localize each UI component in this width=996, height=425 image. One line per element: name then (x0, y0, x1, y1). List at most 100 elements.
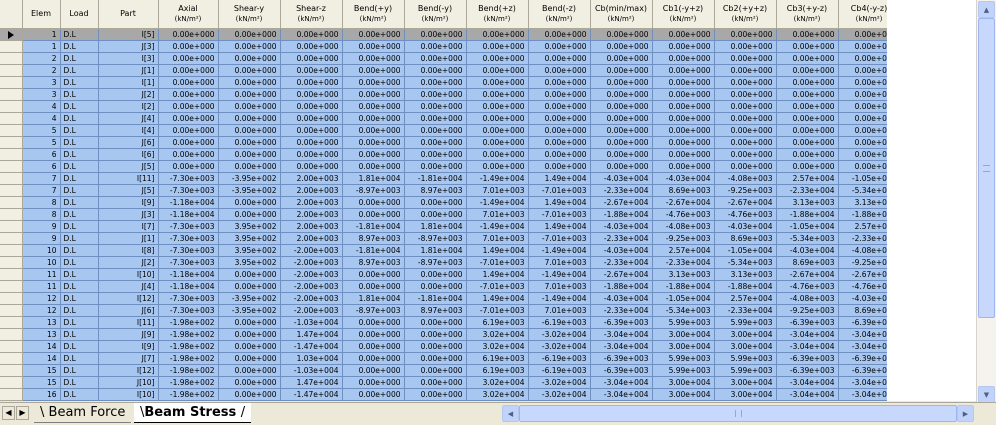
table-cell[interactable]: 9 (22, 232, 61, 245)
table-cell[interactable]: D.L (60, 184, 99, 197)
table-cell[interactable]: 1 (22, 40, 61, 53)
table-cell[interactable]: 0.00e+000 (404, 148, 467, 161)
table-cell[interactable]: 0.00e+000 (466, 112, 529, 125)
table-cell[interactable]: 0.00e+000 (342, 268, 405, 281)
table-cell[interactable]: -6.19e+003 (528, 352, 591, 365)
table-cell[interactable]: -6.19e+003 (528, 364, 591, 377)
table-cell[interactable]: -2.67e+004 (652, 196, 715, 209)
table-cell[interactable]: -1.47e+004 (280, 340, 343, 353)
table-cell[interactable]: J[9] (98, 328, 159, 341)
vertical-scrollbar[interactable]: ▲ ▼ (976, 0, 996, 404)
table-cell[interactable]: I[3] (98, 52, 159, 65)
table-cell[interactable]: -7.01e+003 (528, 232, 591, 245)
table-cell[interactable]: -1.49e+004 (528, 268, 591, 281)
table-cell[interactable]: 14 (22, 352, 61, 365)
row-header[interactable] (0, 340, 23, 353)
table-cell[interactable]: 2.57e+004 (714, 292, 777, 305)
row-header[interactable] (0, 40, 23, 53)
table-cell[interactable]: I[12] (98, 364, 159, 377)
table-cell[interactable]: 0.00e+000 (280, 112, 343, 125)
table-cell[interactable]: 0.00e+000 (158, 28, 219, 41)
table-cell[interactable]: 2 (22, 64, 61, 77)
row-header[interactable] (0, 304, 23, 317)
table-cell[interactable]: 0.00e+000 (466, 148, 529, 161)
table-cell[interactable]: D.L (60, 304, 99, 317)
table-cell[interactable]: 3.00e+004 (714, 388, 777, 401)
table-cell[interactable]: 0.00e+000 (280, 28, 343, 41)
table-cell[interactable]: -9.25e+003 (652, 232, 715, 245)
table-cell[interactable]: 0.00e+000 (218, 112, 281, 125)
table-cell[interactable]: 11 (22, 280, 61, 293)
table-cell[interactable]: 0.00e+000 (218, 352, 281, 365)
table-cell[interactable]: D.L (60, 172, 99, 185)
table-row[interactable]: 2 D.L I[3] 0.00e+000 0.00e+000 0.00e+000 0.00e… (0, 52, 901, 65)
table-cell[interactable]: -1.03e+004 (280, 316, 343, 329)
table-cell[interactable]: 3.02e+004 (466, 388, 529, 401)
row-header[interactable] (0, 124, 23, 137)
table-cell[interactable]: 0.00e+000 (342, 352, 405, 365)
table-cell[interactable]: -2.00e+003 (280, 268, 343, 281)
table-cell[interactable]: -4.08e+003 (652, 220, 715, 233)
table-cell[interactable]: 3.13e+003 (714, 268, 777, 281)
table-cell[interactable]: 3.00e+004 (714, 340, 777, 353)
table-cell[interactable]: 0.00e+000 (280, 100, 343, 113)
table-cell[interactable]: 0.00e+000 (590, 136, 653, 149)
table-cell[interactable]: 0.00e+000 (714, 28, 777, 41)
table-cell[interactable]: 3.02e+004 (466, 340, 529, 353)
arrow-left-icon[interactable]: ◀ (502, 405, 519, 422)
table-cell[interactable]: 0.00e+000 (218, 268, 281, 281)
table-cell[interactable]: 0.00e+000 (218, 40, 281, 53)
table-cell[interactable]: -2.33e+004 (590, 232, 653, 245)
table-cell[interactable]: 7.01e+003 (466, 232, 529, 245)
table-cell[interactable]: D.L (60, 136, 99, 149)
table-cell[interactable]: 2.00e+003 (280, 232, 343, 245)
table-cell[interactable]: 14 (22, 340, 61, 353)
table-cell[interactable]: 0.00e+000 (466, 160, 529, 173)
table-row[interactable]: 9 D.L J[1] -7.30e+003 3.95e+002 2.00e+003 8.97… (0, 232, 901, 245)
table-cell[interactable]: -4.08e+003 (776, 292, 839, 305)
table-cell[interactable]: I[11] (98, 172, 159, 185)
table-cell[interactable]: 0.00e+000 (158, 112, 219, 125)
tab-nav-left-icon[interactable]: ◀ (2, 406, 15, 420)
table-cell[interactable]: -1.88e+004 (590, 280, 653, 293)
table-row[interactable]: 10 D.L J[2] -7.30e+003 3.95e+002 -2.00e+003 8.… (0, 256, 901, 269)
table-cell[interactable]: 0.00e+000 (404, 208, 467, 221)
table-cell[interactable]: 7.01e+003 (528, 280, 591, 293)
table-cell[interactable]: D.L (60, 196, 99, 209)
table-cell[interactable]: 0.00e+000 (590, 40, 653, 53)
table-cell[interactable]: 3.95e+002 (218, 256, 281, 269)
column-header[interactable]: Part (98, 0, 159, 29)
table-cell[interactable]: D.L (60, 244, 99, 257)
table-cell[interactable]: 0.00e+000 (776, 148, 839, 161)
table-row[interactable]: 12 D.L J[6] -7.30e+003 -3.95e+002 -2.00e+003-… (0, 304, 901, 317)
table-cell[interactable]: 0.00e+000 (714, 64, 777, 77)
table-cell[interactable]: 0.00e+000 (218, 388, 281, 401)
table-cell[interactable]: 6.19e+003 (466, 364, 529, 377)
table-cell[interactable]: -1.81e+004 (404, 172, 467, 185)
table-cell[interactable]: 8.69e+003 (652, 184, 715, 197)
table-row[interactable]: 11 D.L J[4] -1.18e+004 0.00e+000 -2.00e+003 0.… (0, 280, 901, 293)
table-cell[interactable]: 5.99e+003 (714, 352, 777, 365)
table-cell[interactable]: 3.00e+004 (652, 388, 715, 401)
column-header[interactable]: Cb3(+y-z) (kN/m²) (776, 0, 839, 29)
table-row[interactable]: 15 D.L I[12] -1.98e+002 0.00e+000 -1.03e+004 0… (0, 364, 901, 377)
table-cell[interactable]: 0.00e+000 (776, 64, 839, 77)
table-cell[interactable]: 0.00e+000 (404, 196, 467, 209)
table-cell[interactable]: 6.19e+003 (466, 316, 529, 329)
table-cell[interactable]: 3 (22, 76, 61, 89)
table-cell[interactable]: 2.57e+004 (776, 172, 839, 185)
table-cell[interactable]: D.L (60, 292, 99, 305)
table-cell[interactable]: 0.00e+000 (590, 88, 653, 101)
table-cell[interactable]: -4.76e+003 (714, 208, 777, 221)
table-cell[interactable]: -3.04e+004 (776, 388, 839, 401)
table-cell[interactable]: 0.00e+000 (404, 280, 467, 293)
table-cell[interactable]: -2.00e+003 (280, 292, 343, 305)
table-cell[interactable]: 1.81e+004 (404, 220, 467, 233)
header-corner[interactable] (0, 0, 23, 29)
row-header[interactable] (0, 316, 23, 329)
row-header[interactable] (0, 268, 23, 281)
table-cell[interactable]: 0.00e+000 (404, 64, 467, 77)
table-cell[interactable]: 0.00e+000 (404, 388, 467, 401)
table-cell[interactable]: -4.03e+004 (590, 172, 653, 185)
table-cell[interactable]: 2.00e+003 (280, 184, 343, 197)
